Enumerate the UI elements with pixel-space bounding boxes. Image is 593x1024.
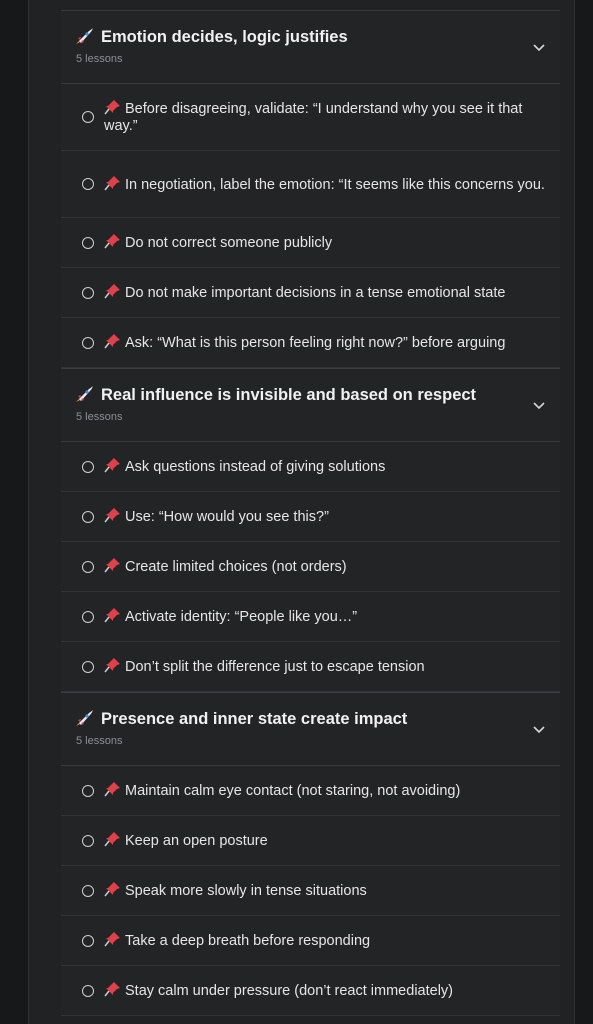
section-list: Emotion decides, logic justifies 5 lesso… — [61, 10, 560, 1016]
rocket-icon — [75, 709, 95, 729]
pushpin-icon — [104, 100, 120, 115]
section-title: Real influence is invisible and based on… — [75, 385, 476, 405]
pushpin-icon — [104, 608, 120, 623]
lesson-item[interactable]: Do not correct someone publicly — [61, 218, 560, 268]
radio-unchecked-icon[interactable] — [82, 178, 94, 190]
radio-unchecked-icon[interactable] — [82, 111, 94, 123]
lesson-item[interactable]: Do not make important decisions in a ten… — [61, 268, 560, 318]
lesson-title: Stay calm under pressure (don’t react im… — [125, 983, 453, 999]
section-header-0[interactable]: Emotion decides, logic justifies 5 lesso… — [61, 10, 560, 84]
curriculum-panel: Emotion decides, logic justifies 5 lesso… — [28, 0, 575, 1024]
pushpin-icon — [104, 284, 120, 299]
lesson-title: Ask questions instead of giving solution… — [125, 459, 386, 475]
lesson-title: Keep an open posture — [125, 833, 268, 849]
lesson-count: 5 lessons — [76, 53, 123, 65]
lesson-title: Maintain calm eye contact (not staring, … — [125, 783, 461, 799]
radio-unchecked-icon[interactable] — [82, 660, 94, 673]
lesson-title: Take a deep breath before responding — [125, 933, 371, 949]
lesson-title: Do not make important decisions in a ten… — [125, 285, 506, 301]
radio-unchecked-icon[interactable] — [82, 286, 94, 299]
lesson-count: 5 lessons — [76, 735, 123, 747]
pushpin-icon — [104, 782, 120, 797]
lesson-title: Speak more slowly in tense situations — [125, 883, 367, 899]
pushpin-icon — [104, 558, 120, 573]
radio-unchecked-icon[interactable] — [82, 834, 94, 847]
lesson-title: Do not correct someone publicly — [125, 235, 333, 251]
radio-unchecked-icon[interactable] — [82, 236, 94, 249]
lesson-title: Activate identity: “People like you…” — [125, 609, 358, 625]
rocket-icon — [75, 385, 95, 405]
right-gutter — [573, 0, 593, 1024]
lesson-title: Before disagreeing, validate: “I underst… — [104, 101, 523, 134]
chevron-down-icon[interactable] — [532, 43, 546, 53]
section-title-text: Emotion decides, logic justifies — [101, 27, 348, 46]
radio-unchecked-icon[interactable] — [82, 510, 94, 523]
radio-unchecked-icon[interactable] — [82, 336, 94, 349]
section-title-text: Presence and inner state create impact — [101, 709, 408, 728]
radio-unchecked-icon[interactable] — [82, 784, 94, 797]
lesson-item[interactable]: Maintain calm eye contact (not staring, … — [61, 766, 560, 816]
lesson-item[interactable]: Stay calm under pressure (don’t react im… — [61, 966, 560, 1016]
pushpin-icon — [104, 832, 120, 847]
lesson-item[interactable]: Use: “How would you see this?” — [61, 492, 560, 542]
section-title: Presence and inner state create impact — [75, 709, 407, 729]
section-title: Emotion decides, logic justifies — [75, 27, 348, 47]
left-gutter — [0, 0, 28, 1024]
lesson-count: 5 lessons — [76, 411, 123, 423]
lesson-item[interactable]: Before disagreeing, validate: “I underst… — [61, 84, 560, 151]
pushpin-icon — [104, 658, 120, 673]
pushpin-icon — [104, 882, 120, 897]
lesson-item[interactable]: Speak more slowly in tense situations — [61, 866, 560, 916]
lesson-item[interactable]: Keep an open posture — [61, 816, 560, 866]
chevron-down-icon[interactable] — [532, 725, 546, 735]
pushpin-icon — [104, 508, 120, 523]
lesson-item[interactable]: Ask questions instead of giving solution… — [61, 442, 560, 492]
pushpin-icon — [104, 175, 120, 190]
section-header-1[interactable]: Real influence is invisible and based on… — [61, 368, 560, 442]
radio-unchecked-icon[interactable] — [82, 610, 94, 623]
rocket-icon — [75, 27, 95, 47]
lesson-item[interactable]: Create limited choices (not orders) — [61, 542, 560, 592]
radio-unchecked-icon[interactable] — [82, 460, 94, 473]
lesson-item[interactable]: Don’t split the difference just to escap… — [61, 642, 560, 692]
pushpin-icon — [104, 982, 120, 997]
lesson-item[interactable]: Ask: “What is this person feeling right … — [61, 318, 560, 368]
section-title-text: Real influence is invisible and based on… — [101, 385, 477, 404]
section-header-2[interactable]: Presence and inner state create impact 5… — [61, 692, 560, 766]
pushpin-icon — [104, 458, 120, 473]
lesson-title: Use: “How would you see this?” — [125, 509, 329, 525]
radio-unchecked-icon[interactable] — [82, 984, 94, 997]
radio-unchecked-icon[interactable] — [82, 934, 94, 947]
pushpin-icon — [104, 334, 120, 349]
lesson-title: Ask: “What is this person feeling right … — [125, 335, 506, 351]
lesson-item[interactable]: In negotiation, label the emotion: “It s… — [61, 151, 560, 218]
lesson-item[interactable]: Activate identity: “People like you…” — [61, 592, 560, 642]
lesson-title: Create limited choices (not orders) — [125, 559, 347, 575]
lesson-title: Don’t split the difference just to escap… — [125, 659, 425, 675]
pushpin-icon — [104, 234, 120, 249]
lesson-item[interactable]: Take a deep breath before responding — [61, 916, 560, 966]
lesson-title: In negotiation, label the emotion: “It s… — [125, 176, 545, 193]
chevron-down-icon[interactable] — [532, 401, 546, 411]
radio-unchecked-icon[interactable] — [82, 560, 94, 573]
radio-unchecked-icon[interactable] — [82, 884, 94, 897]
pushpin-icon — [104, 932, 120, 947]
